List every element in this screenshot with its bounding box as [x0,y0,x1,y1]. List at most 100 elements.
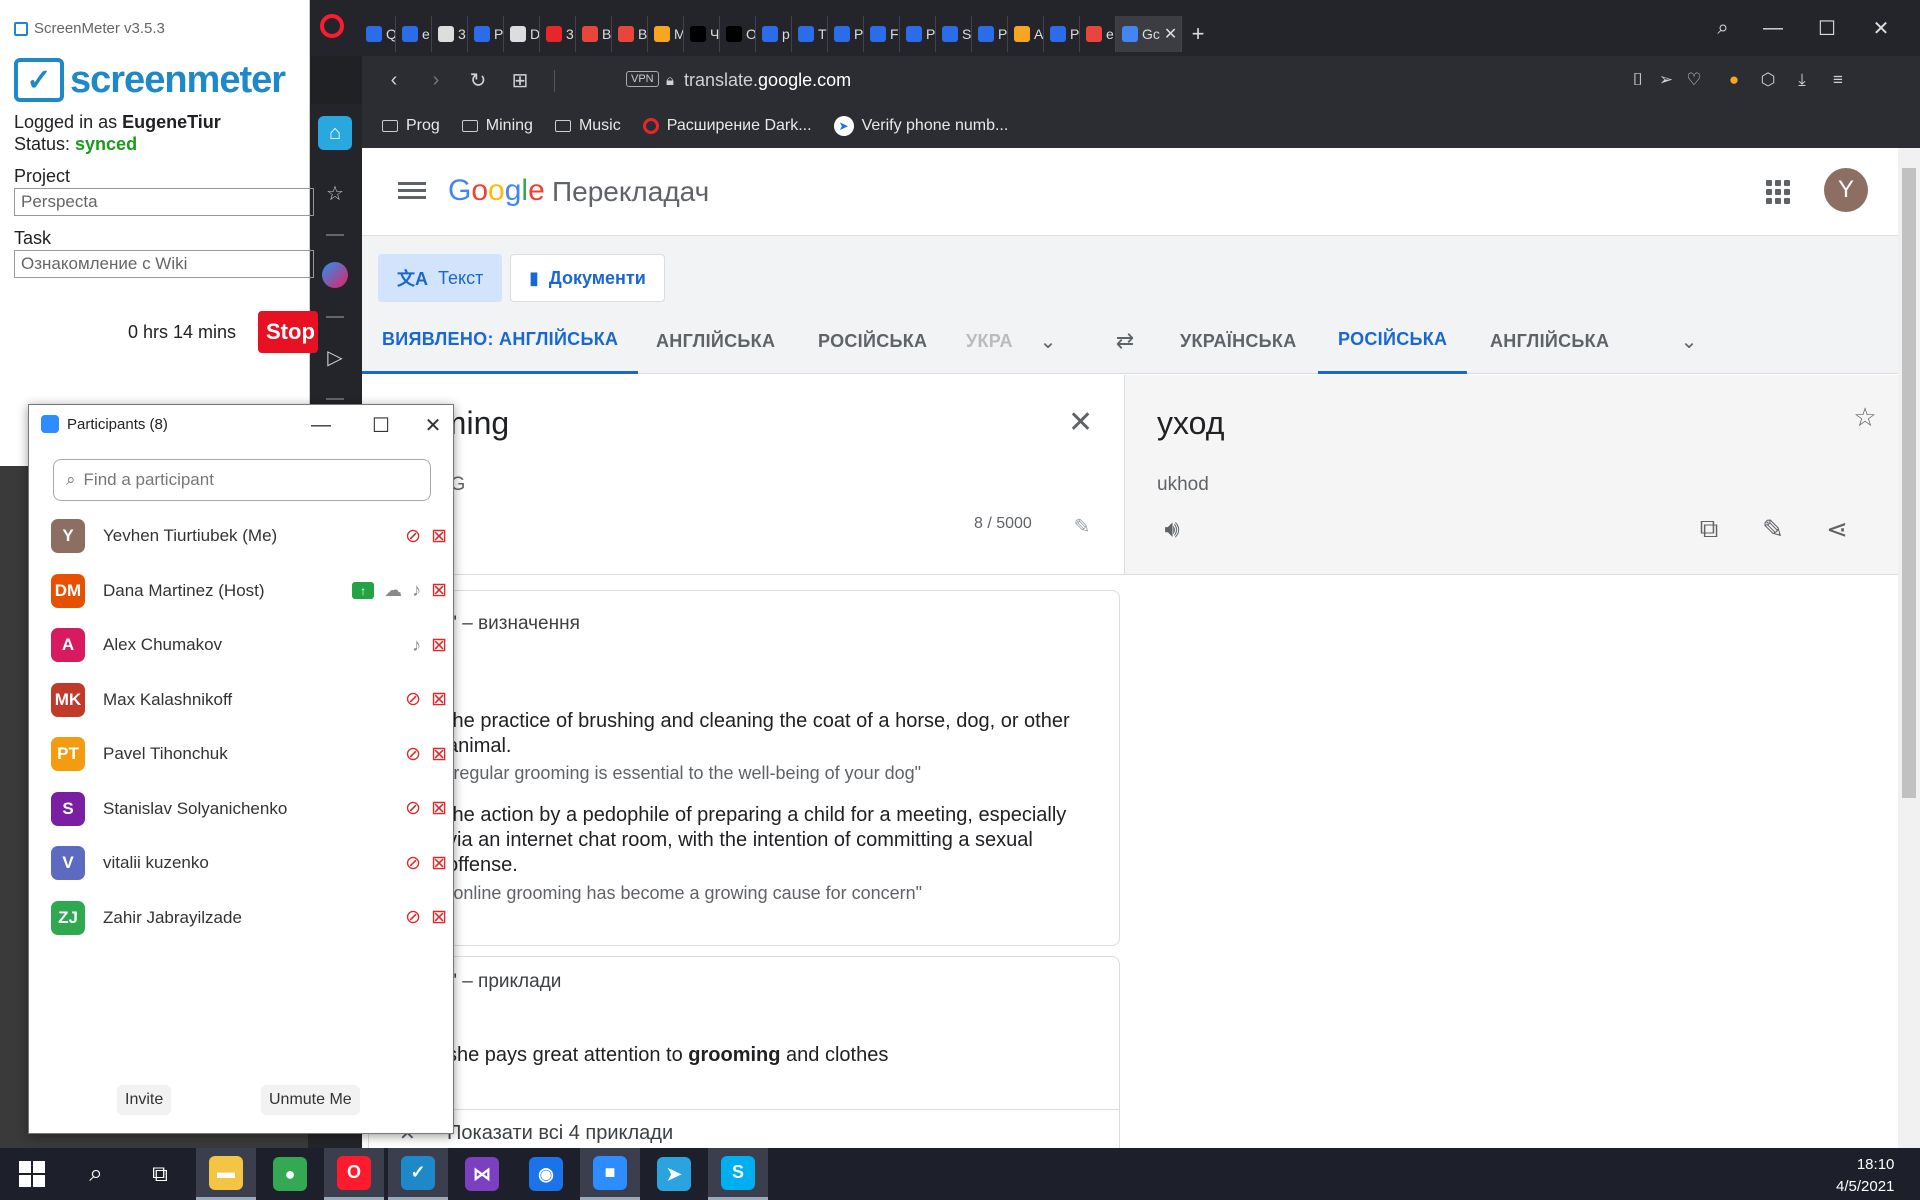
browser-tab[interactable]: 3 [432,16,468,52]
participant-row[interactable]: DM Dana Martinez (Host) ↑ ☁ ♪ ⊠ [51,566,447,616]
tgt-lang-english[interactable]: АНГЛІЙСЬКА [1490,308,1609,374]
browser-tab[interactable]: p [756,16,792,52]
swap-languages-icon[interactable]: ⇄ [1112,328,1138,354]
back-icon[interactable]: ‹ [382,68,406,92]
src-lang-ukrainian[interactable]: УКРА [966,308,1013,374]
heart-icon[interactable]: ♡ [1682,68,1706,92]
reload-icon[interactable]: ↻ [466,68,490,92]
search-icon[interactable]: ⌕ [66,1148,126,1200]
tabs-grid-icon[interactable]: ⊞ [508,68,532,92]
browser-tab[interactable]: O [720,16,756,52]
invite-button[interactable]: Invite [117,1085,172,1115]
src-lang-english[interactable]: АНГЛІЙСЬКА [656,308,775,374]
browser-tab[interactable]: e [1080,16,1116,52]
edit-icon[interactable]: ✎ [1755,511,1791,547]
browser-tab[interactable]: P [972,16,1008,52]
new-tab-button[interactable]: + [1182,16,1214,52]
browser-tab[interactable]: B [612,16,648,52]
browser-tab[interactable]: T [792,16,828,52]
google-apps-icon[interactable] [1766,180,1790,204]
browser-tab[interactable]: 3 [540,16,576,52]
minimize-button[interactable]: — [301,407,341,443]
project-field[interactable]: Perspecta [14,188,314,216]
bookmark-item[interactable]: Music [554,117,621,135]
camera-icon[interactable]: ⌷ [1626,68,1650,92]
chevron-down-icon[interactable]: ⌄ [1676,328,1702,354]
speaker-icon[interactable]: 🔊︎ [1157,515,1187,545]
taskbar-skype[interactable]: S [708,1148,768,1200]
bookmark-item[interactable]: Расширение Dark... [642,117,812,135]
stop-button[interactable]: Stop [258,311,318,353]
participant-row[interactable]: ZJ Zahir Jabrayilzade ⊘ ⊠ [51,893,447,943]
chevron-down-icon[interactable]: ⌄ [1035,328,1061,354]
browser-tab-active[interactable]: Gc ✕ [1116,16,1182,52]
participant-row[interactable]: A Alex Chumakov ♪ ⊠ [51,620,447,670]
close-button[interactable]: ✕ [413,407,453,443]
taskbar-screenmeter[interactable]: ✓ [388,1148,448,1200]
participant-row[interactable]: PT Pavel Tihonchuk ⊘ ⊠ [51,729,447,779]
taskbar-opera[interactable]: O [324,1148,384,1200]
bookmark-item[interactable]: Prog [382,117,440,135]
participant-row[interactable]: Y Yevhen Tiurtiubek (Me) ⊘ ⊠ [51,511,447,561]
pencil-icon[interactable]: ✎ [1068,512,1096,540]
participant-search-input[interactable]: ⌕ Find a participant [53,459,431,501]
settings-menu-icon[interactable]: ≡ [1826,68,1850,92]
taskbar-telegram[interactable]: ➤ [644,1148,704,1200]
browser-tab[interactable]: S [936,16,972,52]
main-menu-icon[interactable] [398,178,426,206]
home-icon[interactable]: ⌂ [318,116,352,150]
scrollbar-thumb[interactable] [1902,168,1916,798]
maximize-button[interactable]: ☐ [361,407,401,443]
browser-tab[interactable]: P [900,16,936,52]
share-icon[interactable]: ⋖ [1819,511,1855,547]
star-icon[interactable]: ☆ [1847,399,1883,435]
browser-tab[interactable]: M [648,16,684,52]
lock-icon[interactable]: 🔒︎ [658,68,682,92]
system-clock[interactable]: 18:10 4/5/2021 [1836,1154,1894,1198]
browser-tab[interactable]: F [864,16,900,52]
text-mode-button[interactable]: 文A Текст [378,254,503,302]
browser-tab[interactable]: Ч [684,16,720,52]
documents-mode-button[interactable]: ▮ Документи [510,254,665,302]
google-logo[interactable]: Google [448,174,545,208]
vpn-badge[interactable]: VPN [626,71,659,87]
taskbar-file-explorer[interactable]: ▬ [196,1148,256,1200]
task-field[interactable]: Ознакомление с Wiki [14,250,314,278]
browser-tab[interactable]: e [396,16,432,52]
copy-icon[interactable]: ⧉ [1691,511,1727,547]
download-icon[interactable]: ⤓ [1790,68,1814,92]
taskbar-chrome[interactable]: ● [260,1148,320,1200]
tgt-lang-russian[interactable]: РОСІЙСЬКА [1318,308,1468,374]
src-lang-detected[interactable]: ВИЯВЛЕНО: АНГЛІЙСЬКА [362,308,639,374]
browser-tab[interactable]: Q [360,16,396,52]
url-field[interactable]: translate.google.com [684,70,851,91]
bulb-icon[interactable]: ● [1722,68,1746,92]
search-tabs-icon[interactable]: ⌕ [1698,8,1748,48]
box-icon[interactable]: ⬡ [1756,68,1780,92]
tgt-lang-ukrainian[interactable]: УКРАЇНСЬКА [1180,308,1297,374]
browser-tab[interactable]: P [1044,16,1080,52]
send-icon[interactable]: ➢ [1654,68,1678,92]
participant-row[interactable]: Vvitalii kuzenko ⊘ ⊠ [51,838,447,888]
bookmark-item[interactable]: Mining [461,117,533,135]
star-icon[interactable]: ☆ [318,176,352,210]
forward-icon[interactable]: › [424,68,448,92]
show-all-examples-link[interactable]: Показати всі 4 приклади [447,1121,673,1146]
taskbar-visual-studio[interactable]: ⋈ [452,1148,512,1200]
player-icon[interactable]: ▷ [318,340,352,374]
bookmark-item[interactable]: ➤ Verify phone numb... [833,116,1008,136]
close-window-button[interactable]: ✕ [1856,8,1906,48]
tab-close-icon[interactable]: ✕ [1164,24,1177,44]
participant-row[interactable]: MK Max Kalashnikoff ⊘ ⊠ [51,675,447,725]
browser-tab[interactable]: D [504,16,540,52]
opera-menu-icon[interactable] [320,14,344,38]
taskbar-zoom[interactable]: ■ [580,1148,640,1200]
browser-tab[interactable]: A [1008,16,1044,52]
browser-tab[interactable]: B [576,16,612,52]
unmute-me-button[interactable]: Unmute Me [261,1085,360,1115]
messenger-icon[interactable] [318,258,352,292]
src-lang-russian[interactable]: РОСІЙСЬКА [818,308,927,374]
start-button[interactable] [2,1148,62,1200]
browser-tab[interactable]: P [468,16,504,52]
clear-source-icon[interactable]: ✕ [1068,405,1093,440]
